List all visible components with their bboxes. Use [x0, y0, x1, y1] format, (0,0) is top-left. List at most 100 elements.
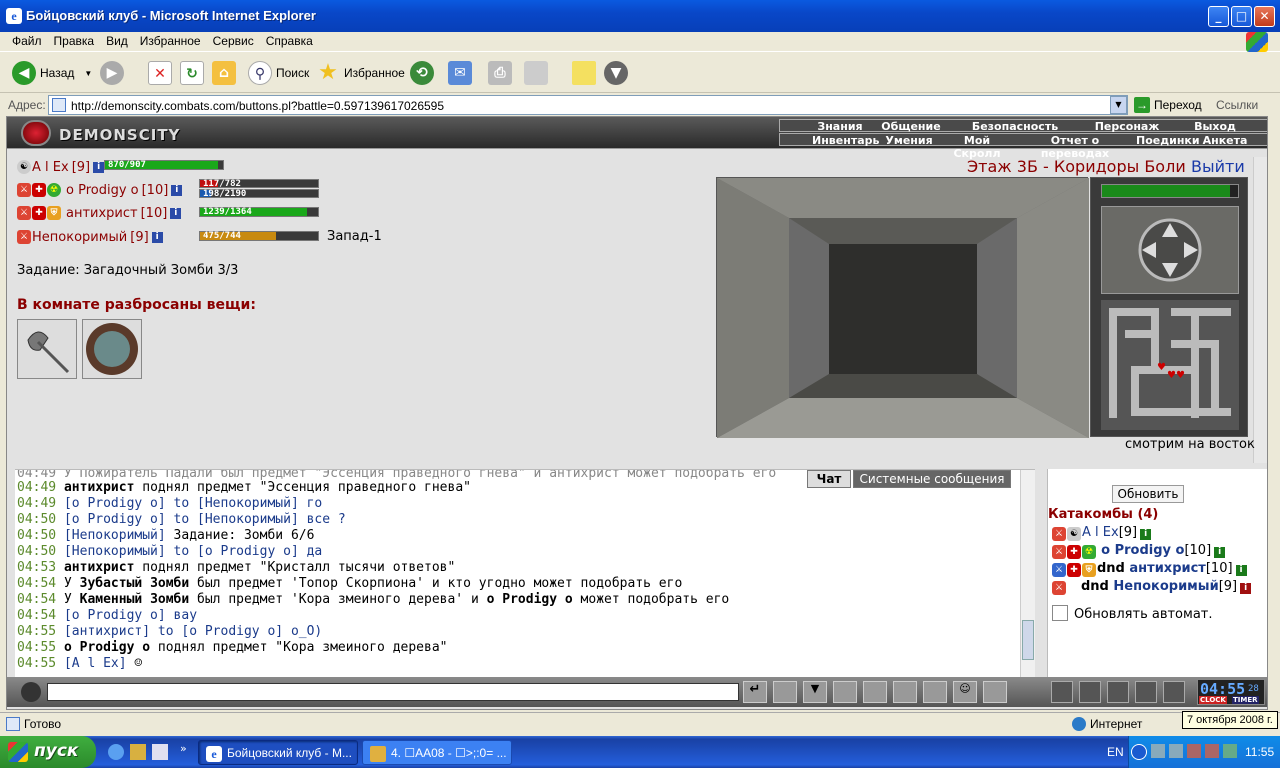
address-input[interactable]: http://demonscity.combats.com/buttons.pl… [48, 95, 1128, 115]
minimize-button[interactable]: _ [1208, 6, 1229, 27]
scroll-icon[interactable] [1079, 681, 1101, 703]
action-icon[interactable] [1051, 681, 1073, 703]
dungeon-view[interactable] [716, 177, 1089, 438]
compass-control[interactable] [1101, 206, 1239, 294]
chat-nick[interactable]: [Непокоримый] [64, 528, 166, 543]
info-icon[interactable]: i [1214, 547, 1226, 558]
search-button[interactable]: ⚲ Поиск [248, 59, 309, 87]
nav-knowledge[interactable]: Знания [810, 120, 870, 133]
back-button[interactable]: ◀ Назад ▼ [12, 59, 92, 87]
info-icon[interactable]: i [1235, 565, 1247, 576]
maximize-button[interactable]: □ [1231, 6, 1252, 27]
chat-nick[interactable]: [o Prodigy o] [64, 512, 166, 527]
go-button[interactable]: → Переход [1134, 97, 1202, 113]
tab-system-messages[interactable]: Системные сообщения [853, 470, 1011, 488]
tray-arrow-icon[interactable] [1131, 744, 1147, 760]
nav-character[interactable]: Персонаж [1090, 120, 1164, 133]
chat-input[interactable] [47, 683, 739, 701]
desktop-quicklaunch-icon[interactable] [152, 744, 168, 760]
eraser-icon[interactable] [773, 681, 797, 703]
print-button[interactable]: ⎙ [488, 59, 516, 87]
member-name-3[interactable]: антихрист [1129, 561, 1205, 576]
chevron-right-icon[interactable]: » [180, 742, 187, 755]
minimap[interactable]: ♥ ♥♥ [1101, 300, 1239, 430]
chat-nick[interactable]: to [Непокоримый] все ? [166, 512, 346, 527]
bark-item[interactable] [82, 319, 142, 379]
network-icon[interactable] [1151, 744, 1165, 758]
nav-transfers[interactable]: Отчет о переводах [1020, 134, 1130, 160]
menu-tools[interactable]: Сервис [207, 32, 260, 50]
messenger-button[interactable]: ▼ [604, 59, 632, 87]
close-button[interactable]: ✕ [1254, 6, 1275, 27]
info-icon[interactable]: i [170, 207, 182, 219]
notes-button[interactable] [572, 59, 600, 87]
tab-chat[interactable]: Чат [807, 470, 851, 488]
page-scrollbar[interactable] [1253, 157, 1267, 463]
save-icon[interactable] [833, 681, 857, 703]
player-name[interactable]: A l Ex [32, 160, 69, 175]
translit-icon[interactable] [893, 681, 917, 703]
settings-icon[interactable] [983, 681, 1007, 703]
info-icon[interactable]: i [1240, 583, 1252, 594]
menu-help[interactable]: Справка [260, 32, 319, 50]
nav-skills[interactable]: Умения [884, 134, 934, 147]
stop-button[interactable]: ✕ [148, 59, 176, 87]
member-name-4[interactable]: Непокоримый [1113, 579, 1218, 594]
ie-quicklaunch-icon[interactable] [108, 744, 124, 760]
edit-button[interactable] [524, 59, 552, 87]
tray-app3-icon[interactable] [1223, 744, 1237, 758]
chat-nick[interactable]: [A l Ex] [64, 656, 127, 671]
chat-scrollbar[interactable] [1020, 470, 1035, 677]
task-button-browser[interactable]: Бойцовский клуб - М... [198, 740, 358, 765]
history-button[interactable]: ⟲ [410, 59, 438, 87]
links-label[interactable]: Ссылки [1216, 98, 1258, 112]
language-indicator[interactable]: EN [1107, 745, 1124, 759]
forward-button[interactable]: ▶ [100, 59, 128, 87]
app-quicklaunch-icon[interactable] [130, 744, 146, 760]
tray-app2-icon[interactable] [1205, 744, 1219, 758]
party-name-3[interactable]: Непокоримый [32, 230, 127, 245]
send-icon[interactable]: ↵ [743, 681, 767, 703]
fighter-icon[interactable] [863, 681, 887, 703]
chat-nick[interactable]: [o Prodigy o] [64, 496, 166, 511]
chat-nick[interactable]: to [o Prodigy o] o_O) [150, 624, 322, 639]
nav-inventory[interactable]: Инвентарь [812, 134, 879, 147]
menu-view[interactable]: Вид [100, 32, 134, 50]
chat-nick[interactable]: вау [166, 608, 198, 623]
nav-scroll[interactable]: Мой Скролл [940, 134, 1014, 160]
chat-mode-icon[interactable] [21, 682, 41, 702]
party-name-2[interactable]: антихрист [66, 206, 138, 221]
exit-icon[interactable] [1163, 681, 1185, 703]
smiley-icon[interactable]: ☺ [953, 681, 977, 703]
auto-refresh-checkbox[interactable] [1052, 605, 1068, 621]
menu-favorites[interactable]: Избранное [134, 32, 207, 50]
friends-icon[interactable] [1107, 681, 1129, 703]
exit-link[interactable]: Выйти [1191, 157, 1245, 176]
mail-button[interactable]: ✉ [448, 59, 476, 87]
nav-exit[interactable]: Выход [1190, 120, 1240, 133]
nav-security[interactable]: Безопасность [970, 120, 1060, 133]
info-icon[interactable]: i [93, 161, 105, 173]
nav-communication[interactable]: Общение [880, 120, 942, 133]
home-button[interactable]: ⌂ [212, 59, 240, 87]
menu-edit[interactable]: Правка [48, 32, 101, 50]
info-icon[interactable]: i [171, 184, 183, 196]
party-name-1[interactable]: o Prodigy o [66, 183, 139, 198]
network2-icon[interactable] [1169, 744, 1183, 758]
info-icon[interactable]: i [1140, 529, 1152, 540]
chat-nick[interactable]: to [o Prodigy o] да [166, 544, 323, 559]
chat-nick[interactable]: [Непокоримый] [64, 544, 166, 559]
member-name-2[interactable]: o Prodigy o [1101, 543, 1184, 558]
nav-battles[interactable]: Поединки [1136, 134, 1200, 147]
chat-nick[interactable]: [антихрист] [64, 624, 150, 639]
menu-file[interactable]: Файл [6, 32, 48, 50]
sound-icon[interactable] [923, 681, 947, 703]
filter-icon[interactable]: ▼ [803, 681, 827, 703]
favorites-button[interactable]: ★ Избранное [316, 59, 405, 87]
member-name-1[interactable]: A l Ex [1082, 525, 1119, 540]
chat-nick[interactable]: [o Prodigy o] [64, 608, 166, 623]
info-icon[interactable]: i [151, 231, 163, 243]
nav-profile[interactable]: Анкета [1200, 134, 1250, 147]
address-dropdown-icon[interactable]: ▼ [1110, 96, 1127, 114]
start-button[interactable]: пуск [0, 736, 96, 768]
